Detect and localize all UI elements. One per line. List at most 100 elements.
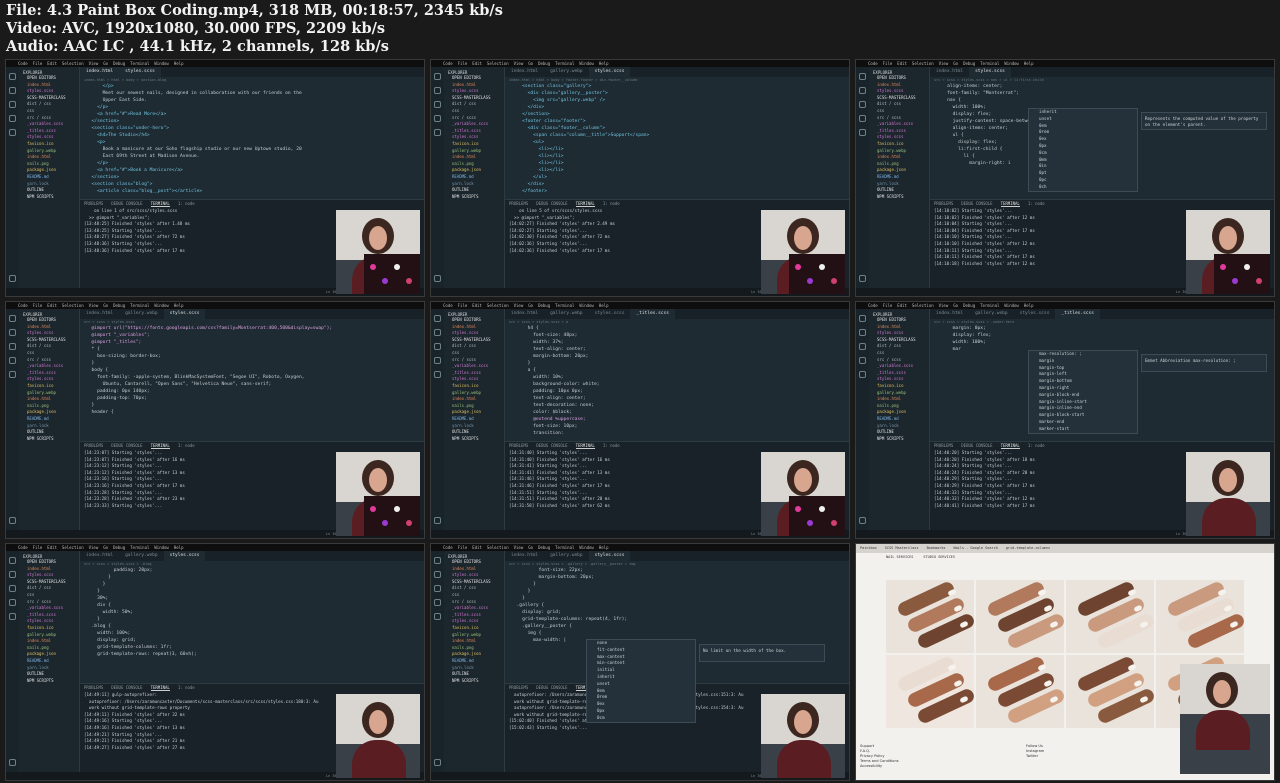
menu-item[interactable]: Selection (912, 61, 934, 66)
file-item[interactable]: favicon.ico (869, 383, 929, 390)
code-line[interactable]: Book a manicure at our Soho flagship stu… (80, 146, 424, 153)
file-item[interactable]: index.html (19, 154, 79, 161)
autocomplete-item[interactable]: margin-block-start (1029, 412, 1137, 419)
file-item[interactable]: index.html (19, 638, 79, 645)
file-item[interactable]: css (869, 350, 929, 357)
search-icon[interactable] (859, 87, 866, 94)
file-item[interactable]: SCSS-MASTERCLASS (19, 579, 79, 586)
menu-item[interactable]: Window (579, 303, 593, 308)
autocomplete-item[interactable]: 0in (1029, 163, 1137, 170)
file-item[interactable]: OPEN EDITORS (19, 317, 79, 324)
extensions-icon[interactable] (859, 129, 866, 136)
search-icon[interactable] (9, 571, 16, 578)
menu-item[interactable]: Window (579, 545, 593, 550)
files-icon[interactable] (9, 315, 16, 322)
autocomplete-item[interactable]: 0ex (587, 701, 695, 708)
menu-item[interactable]: Debug (113, 61, 125, 66)
editor-tab[interactable]: gallery.webp (119, 309, 164, 319)
extensions-icon[interactable] (434, 613, 441, 620)
editor-tab[interactable]: styles.scss (163, 551, 206, 561)
file-item[interactable]: styles.scss (869, 330, 929, 337)
file-item[interactable]: OUTLINE (869, 429, 929, 436)
editor-tab[interactable]: _titles.scss (630, 309, 675, 319)
terminal-tab[interactable]: TERMINAL (150, 443, 170, 449)
file-item[interactable]: SCSS-MASTERCLASS (444, 579, 504, 586)
code-line[interactable]: <li></li> (505, 146, 849, 153)
code-line[interactable]: </section> (505, 111, 849, 118)
code-line[interactable]: Upper East Side. (80, 97, 424, 104)
menu-item[interactable]: Window (154, 303, 168, 308)
menu-item[interactable]: Debug (963, 61, 975, 66)
file-item[interactable]: SCSS-MASTERCLASS (19, 95, 79, 102)
file-item[interactable]: index.html (869, 396, 929, 403)
autocomplete-list[interactable]: inherit unset 0em 0rem 0ex 0px 0cm 0mm 0in 0pt 0pc… (1028, 108, 1138, 192)
menu-item[interactable]: Help (174, 545, 184, 550)
file-item[interactable]: yarn.lock (869, 181, 929, 188)
menu-item[interactable]: Terminal (555, 545, 574, 550)
file-item[interactable]: OPEN EDITORS (19, 75, 79, 82)
menu-item[interactable]: Help (599, 303, 609, 308)
file-item[interactable]: NPM SCRIPTS (19, 436, 79, 443)
menu-item[interactable]: Code (443, 61, 453, 66)
editor-tab[interactable]: styles.scss (163, 309, 206, 319)
git-icon[interactable] (9, 101, 16, 108)
menu-item[interactable]: Code (868, 303, 878, 308)
editor-tab[interactable]: styles.scss (969, 67, 1011, 77)
code-line[interactable]: Meet our newest nails, designed in colla… (80, 90, 424, 97)
code-line[interactable]: grid-template-columns: 1fr; (80, 644, 424, 651)
debug-icon[interactable] (859, 357, 866, 364)
file-item[interactable]: css (869, 108, 929, 115)
debug-icon[interactable] (9, 599, 16, 606)
menu-item[interactable]: Go (528, 303, 533, 308)
file-item[interactable]: _titles.scss (444, 612, 504, 619)
file-item[interactable]: NPM SCRIPTS (444, 678, 504, 685)
menu-item[interactable]: Terminal (980, 303, 999, 308)
code-line[interactable]: </ul> (505, 174, 849, 181)
code-line[interactable]: padding: 0px 140px; (80, 388, 424, 395)
file-item[interactable]: dist / css (19, 585, 79, 592)
code-line[interactable]: font-size: 10px; (505, 423, 849, 430)
terminal-tab[interactable]: PROBLEMS (934, 201, 953, 206)
file-item[interactable]: NPM SCRIPTS (444, 194, 504, 201)
menu-item[interactable]: Debug (963, 303, 975, 308)
terminal-tab[interactable]: TERMINAL (1000, 443, 1020, 449)
editor-tab[interactable]: styles.scss (588, 551, 631, 561)
file-item[interactable]: src / scss (19, 599, 79, 606)
code-line[interactable]: width: 50%; (80, 609, 424, 616)
terminal-tab[interactable]: PROBLEMS (84, 685, 103, 690)
code-line[interactable]: } (505, 595, 849, 602)
file-item[interactable]: css (444, 108, 504, 115)
file-item[interactable]: NPM SCRIPTS (869, 194, 929, 201)
file-item[interactable]: index.html (444, 396, 504, 403)
file-item[interactable]: index.html (444, 154, 504, 161)
menu-item[interactable]: Window (1004, 303, 1018, 308)
autocomplete-item[interactable]: 0ex (1029, 136, 1137, 143)
gallery-image[interactable] (1066, 580, 1154, 653)
code-line[interactable]: img { (505, 630, 849, 637)
menu-item[interactable]: Selection (912, 303, 934, 308)
file-item[interactable]: favicon.ico (19, 625, 79, 632)
editor-tab[interactable]: index.html (80, 309, 119, 319)
code-line[interactable]: grid-template-columns: repeat(4, 1fr); (505, 616, 849, 623)
file-item[interactable]: yarn.lock (869, 423, 929, 430)
autocomplete-item[interactable]: 0em (587, 688, 695, 695)
gear-icon[interactable] (434, 759, 441, 766)
autocomplete-item[interactable]: 0rem (587, 694, 695, 701)
footer-link[interactable]: Twitter (1026, 754, 1106, 759)
footer-link[interactable]: Accessibility (860, 764, 940, 769)
menu-item[interactable]: File (458, 545, 468, 550)
menu-item[interactable]: Debug (538, 61, 550, 66)
git-icon[interactable] (859, 343, 866, 350)
file-item[interactable]: index.html (19, 324, 79, 331)
menu-item[interactable]: Edit (897, 303, 907, 308)
code-line[interactable]: padding: 10px 0px; (505, 388, 849, 395)
terminal-tab[interactable]: PROBLEMS (84, 201, 103, 206)
autocomplete-item[interactable]: margin-bottom (1029, 378, 1137, 385)
gallery-image[interactable] (1156, 580, 1244, 653)
gallery-image[interactable] (1066, 655, 1154, 728)
search-icon[interactable] (434, 329, 441, 336)
file-item[interactable]: _variables.scss (444, 121, 504, 128)
file-item[interactable]: NPM SCRIPTS (444, 436, 504, 443)
file-item[interactable]: index.html (869, 154, 929, 161)
file-item[interactable]: package.json (19, 651, 79, 658)
